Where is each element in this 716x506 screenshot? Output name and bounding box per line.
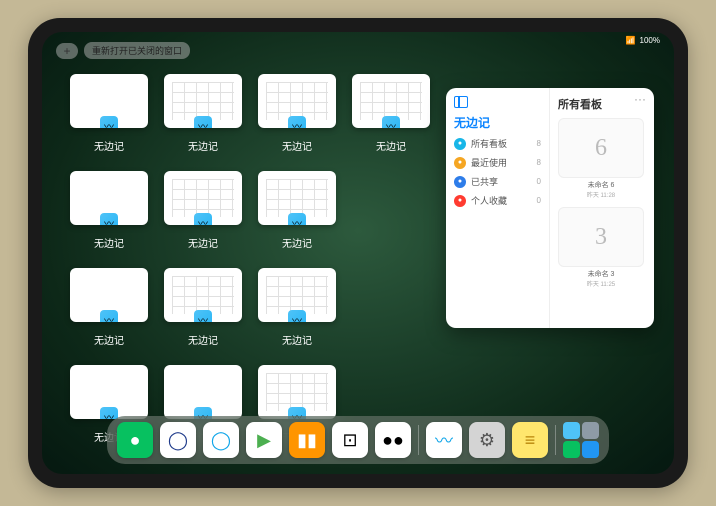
dock-separator [418, 425, 419, 455]
thumbnail-label: 无边记 [94, 332, 124, 347]
freeform-app-icon: 〰 [288, 213, 306, 225]
freeform-app-icon: 〰 [194, 116, 212, 128]
sidebar-item-count: 8 [537, 158, 541, 167]
freeform-sidebar-popup: 无边记 ● 所有看板 8 ● 最近使用 8 ● 已共享 0 ● 个人收藏 0 ··· 所有看板 6 未命… [446, 88, 654, 328]
freeform-app-icon: 〰 [100, 310, 118, 322]
freeform-app-icon: 〰 [288, 116, 306, 128]
thumbnail-preview: 〰 [258, 74, 336, 128]
top-controls: + 重新打开已关闭的窗口 [56, 42, 190, 59]
thumbnail-label: 无边记 [94, 138, 124, 153]
board-card[interactable]: 3 未命名 3昨天 11:25 [558, 207, 644, 288]
dock-app-wechat[interactable]: ● [117, 422, 153, 458]
battery-text: 100% [640, 36, 660, 45]
sidebar-item-count: 0 [537, 196, 541, 205]
board-name: 未命名 3 [558, 269, 644, 279]
thumbnail-preview: 〰 [70, 365, 148, 419]
freeform-app-icon: 〰 [100, 407, 118, 419]
thumbnail-preview: 〰 [258, 268, 336, 322]
app-thumbnail[interactable]: 〰无边记 [164, 74, 242, 153]
dock-recent-apps[interactable] [563, 422, 599, 458]
app-thumbnail[interactable]: 〰无边记 [258, 74, 336, 153]
thumbnail-preview: 〰 [164, 74, 242, 128]
freeform-app-icon: 〰 [194, 213, 212, 225]
sidebar-item-label: 个人收藏 [471, 194, 507, 207]
sidebar-item-count: 0 [537, 177, 541, 186]
dock-app-dice[interactable]: ⊡ [332, 422, 368, 458]
app-thumbnail[interactable]: 〰无边记 [164, 268, 242, 347]
freeform-app-icon: 〰 [382, 116, 400, 128]
app-thumbnail[interactable]: 〰无边记 [164, 171, 242, 250]
dock-separator [555, 425, 556, 455]
freeform-app-icon: 〰 [100, 116, 118, 128]
freeform-app-icon: 〰 [288, 310, 306, 322]
sidebar-item-heart[interactable]: ● 个人收藏 0 [454, 194, 541, 207]
thumbnail-preview: 〰 [352, 74, 430, 128]
thumbnail-label: 无边记 [188, 235, 218, 250]
clock-icon: ● [454, 157, 466, 169]
sidebar-item-clock[interactable]: ● 最近使用 8 [454, 156, 541, 169]
thumbnail-preview: 〰 [164, 171, 242, 225]
app-switcher-grid: 〰无边记〰无边记〰无边记〰无边记〰无边记〰无边记〰无边记〰无边记〰无边记〰无边记… [70, 74, 430, 444]
app-thumbnail[interactable]: 〰无边记 [70, 268, 148, 347]
board-thumbnail: 6 [558, 118, 644, 178]
dock-app-settings[interactable]: ⚙ [469, 422, 505, 458]
app-thumbnail[interactable]: 〰无边记 [258, 268, 336, 347]
board-card[interactable]: 6 未命名 6昨天 11:28 [558, 118, 644, 199]
freeform-app-icon: 〰 [100, 213, 118, 225]
thumbnail-label: 无边记 [94, 235, 124, 250]
thumbnail-preview: 〰 [70, 171, 148, 225]
app-thumbnail[interactable]: 〰无边记 [258, 171, 336, 250]
dock-app-freeform[interactable]: 〰 [426, 422, 462, 458]
thumbnail-preview: 〰 [70, 268, 148, 322]
dock-app-books[interactable]: ▮▮ [289, 422, 325, 458]
app-thumbnail[interactable]: 〰无边记 [70, 171, 148, 250]
sidebar-item-label: 已共享 [471, 175, 498, 188]
thumbnail-label: 无边记 [282, 235, 312, 250]
thumbnail-label: 无边记 [282, 332, 312, 347]
thumbnail-preview: 〰 [258, 365, 336, 419]
person-icon: ● [454, 176, 466, 188]
freeform-app-icon: 〰 [194, 310, 212, 322]
grid-icon: ● [454, 138, 466, 150]
dock-app-play[interactable]: ▶ [246, 422, 282, 458]
sidebar-item-grid[interactable]: ● 所有看板 8 [454, 137, 541, 150]
thumbnail-preview: 〰 [164, 268, 242, 322]
heart-icon: ● [454, 195, 466, 207]
thumbnail-preview: 〰 [70, 74, 148, 128]
thumbnail-label: 无边记 [188, 138, 218, 153]
thumbnail-label: 无边记 [188, 332, 218, 347]
app-thumbnail[interactable]: 〰无边记 [70, 74, 148, 153]
wifi-icon: 📶 [626, 36, 636, 45]
sidebar-item-label: 最近使用 [471, 156, 507, 169]
dock-app-notes[interactable]: ≡ [512, 422, 548, 458]
thumbnail-label: 无边记 [282, 138, 312, 153]
dock-app-quark[interactable]: ◯ [203, 422, 239, 458]
popup-section-title: 所有看板 [558, 96, 646, 112]
thumbnail-preview: 〰 [258, 171, 336, 225]
more-button[interactable]: ··· [634, 92, 646, 106]
board-timestamp: 昨天 11:28 [558, 190, 644, 199]
thumbnail-preview: 〰 [164, 365, 242, 419]
screen: 📶 100% + 重新打开已关闭的窗口 〰无边记〰无边记〰无边记〰无边记〰无边记… [42, 32, 674, 474]
dock: ●◯◯▶▮▮⊡●●〰⚙≡ [107, 416, 609, 464]
sidebar-item-count: 8 [537, 139, 541, 148]
board-name: 未命名 6 [558, 180, 644, 190]
ipad-frame: 📶 100% + 重新打开已关闭的窗口 〰无边记〰无边记〰无边记〰无边记〰无边记… [28, 18, 688, 488]
popup-left-panel: 无边记 ● 所有看板 8 ● 最近使用 8 ● 已共享 0 ● 个人收藏 0 [446, 88, 550, 328]
app-thumbnail[interactable]: 〰无边记 [352, 74, 430, 153]
sidebar-item-label: 所有看板 [471, 137, 507, 150]
sidebar-toggle-icon[interactable] [454, 96, 468, 108]
new-window-button[interactable]: + [56, 43, 78, 59]
sidebar-item-person[interactable]: ● 已共享 0 [454, 175, 541, 188]
reopen-closed-window-button[interactable]: 重新打开已关闭的窗口 [84, 42, 190, 59]
board-timestamp: 昨天 11:25 [558, 279, 644, 288]
thumbnail-label: 无边记 [376, 138, 406, 153]
popup-app-title: 无边记 [454, 114, 541, 131]
board-thumbnail: 3 [558, 207, 644, 267]
status-bar: 📶 100% [626, 36, 660, 45]
dock-app-himalaya[interactable]: ●● [375, 422, 411, 458]
popup-right-panel: ··· 所有看板 6 未命名 6昨天 11:28 3 未命名 3昨天 11:25 [550, 88, 654, 328]
dock-app-quark-hd[interactable]: ◯ [160, 422, 196, 458]
